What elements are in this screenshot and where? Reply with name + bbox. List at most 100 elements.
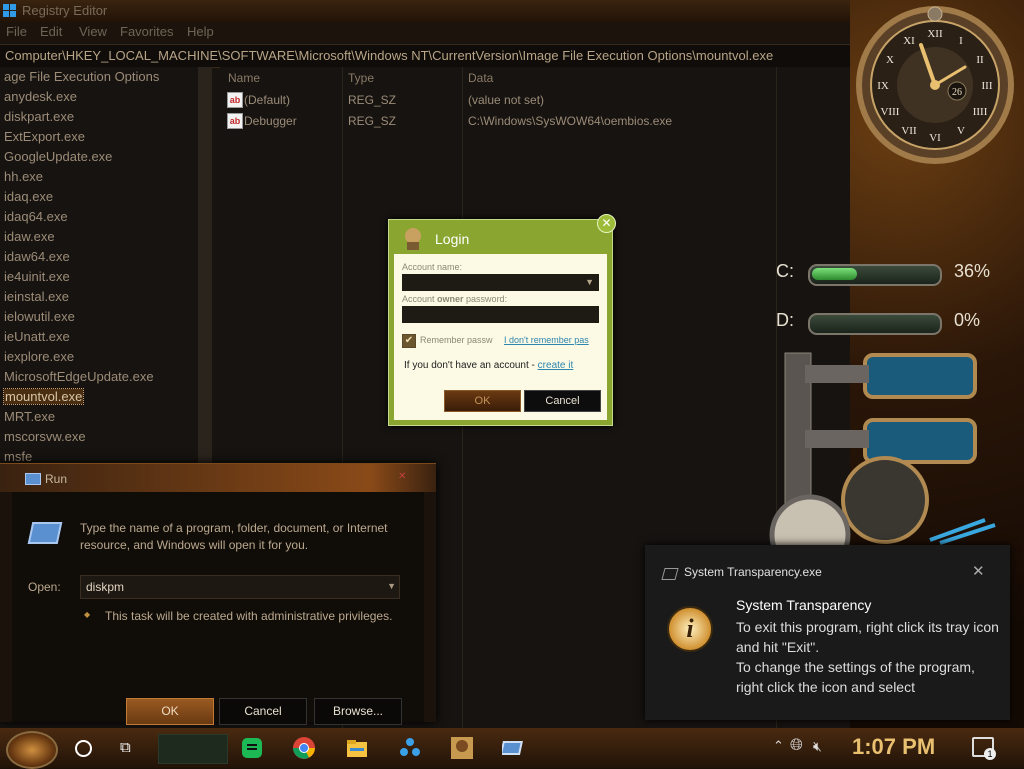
password-label-post: password:: [463, 294, 508, 304]
chrome-icon[interactable]: [292, 736, 316, 760]
tree-item[interactable]: MRT.exe: [4, 409, 55, 424]
menu-help[interactable]: Help: [187, 24, 214, 39]
tree-scrollbar[interactable]: [198, 67, 212, 467]
run-app-icon[interactable]: [502, 736, 526, 760]
login-cancel-button[interactable]: Cancel: [524, 390, 601, 412]
chevron-down-icon: ▼: [585, 277, 594, 287]
value-name: Debugger: [244, 114, 297, 128]
network-icon[interactable]: 🌐︎: [790, 737, 803, 755]
notification-toast[interactable]: System Transparency.exe ✕ i System Trans…: [645, 545, 1010, 720]
admin-note: This task will be created with administr…: [105, 609, 393, 623]
chevron-up-icon[interactable]: ⌃: [773, 738, 784, 754]
tree-item[interactable]: idaw.exe: [4, 229, 55, 244]
account-name-dropdown[interactable]: ▼: [402, 274, 599, 291]
tree-item[interactable]: ieinstal.exe: [4, 289, 69, 304]
forgot-password-link[interactable]: I don't remember pas: [504, 335, 589, 345]
open-label: Open:: [28, 580, 61, 594]
open-combobox[interactable]: diskpm ▼: [80, 575, 400, 599]
string-value-icon: ab: [227, 92, 243, 108]
tree-item[interactable]: GoogleUpdate.exe: [4, 149, 112, 164]
menu-file[interactable]: File: [6, 24, 27, 39]
spotify-icon[interactable]: [240, 736, 264, 760]
login-body: Account name: ▼ Account owner password: …: [394, 254, 607, 420]
run-title-bar[interactable]: Run ✕: [0, 464, 436, 492]
tree-item[interactable]: MicrosoftEdgeUpdate.exe: [4, 369, 154, 384]
cortana-icon[interactable]: [75, 740, 92, 757]
tree-item[interactable]: ielowutil.exe: [4, 309, 75, 324]
window-title: Registry Editor: [22, 3, 108, 18]
column-header-name[interactable]: Name: [228, 71, 260, 85]
registry-icon: [3, 4, 17, 18]
taskbar-clock[interactable]: 1:07 PM: [852, 734, 935, 760]
clock-date: 26: [952, 87, 962, 98]
clock-numeral: X: [886, 54, 894, 66]
close-icon[interactable]: ✕: [398, 471, 406, 482]
value-data: C:\Windows\SysWOW64\oembios.exe: [468, 114, 673, 128]
taskbar-search-box[interactable]: [158, 734, 228, 764]
tree-item-selected[interactable]: mountvol.exe: [2, 388, 85, 405]
close-icon[interactable]: ✕: [972, 562, 985, 580]
column-header-data[interactable]: Data: [468, 71, 493, 85]
close-icon[interactable]: ✕: [597, 214, 616, 233]
shield-icon: ◆: [84, 610, 91, 619]
horizontal-pipe: [805, 365, 869, 383]
tree-item[interactable]: diskpart.exe: [4, 109, 74, 124]
address-bar[interactable]: Computer\HKEY_LOCAL_MACHINE\SOFTWARE\Mic…: [0, 44, 850, 68]
clock-numeral: XII: [927, 28, 943, 40]
tree-item[interactable]: idaw64.exe: [4, 249, 70, 264]
speaker-muted-icon[interactable]: 🔇︎: [813, 738, 822, 755]
run-dialog: Run ✕ Type the name of a program, folder…: [0, 463, 436, 725]
create-account-link[interactable]: create it: [538, 360, 574, 371]
menu-edit[interactable]: Edit: [40, 24, 62, 39]
menu-favorites[interactable]: Favorites: [120, 24, 173, 39]
login-avatar-icon: [405, 228, 421, 250]
run-browse-button[interactable]: Browse...: [314, 698, 402, 725]
tree-item[interactable]: ieUnatt.exe: [4, 329, 70, 344]
compass-gauge: [841, 456, 929, 544]
drive-usage-bar: [808, 264, 942, 286]
open-input-value: diskpm: [86, 580, 125, 594]
network-app-icon[interactable]: [398, 736, 422, 760]
tree-item[interactable]: mscorsvw.exe: [4, 429, 86, 444]
app-icon: [661, 568, 679, 580]
game-icon[interactable]: [450, 736, 474, 760]
clock-numeral: VIII: [880, 106, 899, 118]
run-program-icon: [27, 522, 63, 544]
clock-numeral: II: [976, 54, 984, 66]
toast-line: To exit this program, right click its tr…: [736, 619, 999, 655]
tree-item[interactable]: ie4uinit.exe: [4, 269, 70, 284]
tree-item[interactable]: msfe: [4, 449, 32, 464]
remember-checkbox[interactable]: ✔: [402, 334, 416, 348]
menu-view[interactable]: View: [79, 24, 107, 39]
value-type: REG_SZ: [348, 114, 397, 128]
run-ok-button[interactable]: OK: [126, 698, 214, 725]
login-title: Login: [435, 231, 470, 247]
start-button[interactable]: [6, 731, 58, 769]
login-ok-button[interactable]: OK: [444, 390, 521, 412]
chevron-down-icon[interactable]: ▼: [387, 581, 396, 591]
menu-bar: File Edit View Favorites Help: [0, 22, 850, 42]
account-name-label: Account name:: [402, 262, 463, 272]
run-cancel-button[interactable]: Cancel: [219, 698, 307, 725]
title-bar[interactable]: Registry Editor: [0, 0, 850, 22]
drive-meter-c: C: 36%: [742, 258, 1024, 288]
password-field[interactable]: [402, 306, 599, 323]
tree-item[interactable]: idaq.exe: [4, 189, 53, 204]
taskbar: ⧉ ⌃ 🌐︎ 🔇︎ 1:07 PM 1: [0, 728, 1024, 769]
tree-item[interactable]: iexplore.exe: [4, 349, 74, 364]
tree-item[interactable]: age File Execution Options: [4, 69, 159, 84]
no-account-label: If you don't have an account -: [404, 360, 538, 371]
column-header-type[interactable]: Type: [348, 71, 374, 85]
no-account-text: If you don't have an account - create it: [404, 360, 573, 371]
value-data: (value not set): [468, 93, 545, 107]
task-view-icon[interactable]: ⧉: [120, 739, 131, 756]
login-dialog: Login Account name: ▼ Account owner pass…: [388, 219, 613, 426]
file-explorer-icon[interactable]: [345, 736, 369, 760]
steampunk-pipes-decoration: [769, 352, 996, 545]
clock-pin: [930, 80, 940, 90]
drive-meter-d: D: 0%: [742, 307, 1024, 337]
tree-item[interactable]: hh.exe: [4, 169, 43, 184]
tree-item[interactable]: idaq64.exe: [4, 209, 68, 224]
tree-item[interactable]: ExtExport.exe: [4, 129, 85, 144]
tree-item[interactable]: anydesk.exe: [4, 89, 77, 104]
